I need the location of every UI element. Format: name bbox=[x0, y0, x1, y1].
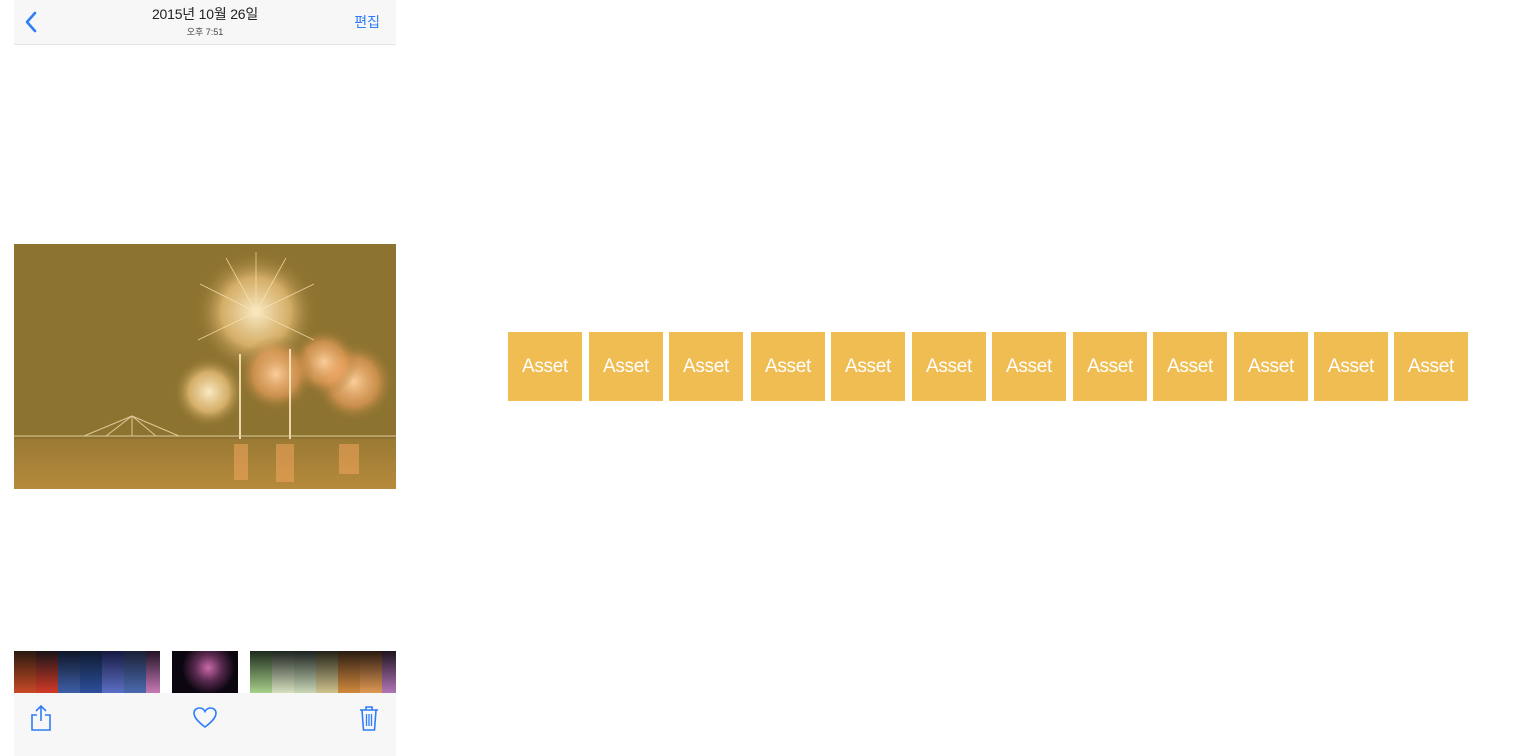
asset-tile: Asset bbox=[1394, 332, 1468, 401]
thumbnail[interactable] bbox=[124, 651, 146, 693]
thumbnail[interactable] bbox=[80, 651, 102, 693]
thumbnail-current[interactable] bbox=[172, 651, 238, 693]
edit-button[interactable]: 편집 bbox=[354, 12, 380, 32]
asset-tile: Asset bbox=[589, 332, 663, 401]
main-photo[interactable] bbox=[14, 244, 396, 489]
asset-tile: Asset bbox=[1234, 332, 1308, 401]
thumbnail-selected[interactable] bbox=[172, 651, 238, 693]
thumbnail[interactable] bbox=[316, 651, 338, 693]
asset-tile: Asset bbox=[508, 332, 582, 401]
thumbnail[interactable] bbox=[102, 651, 124, 693]
asset-tile: Asset bbox=[669, 332, 743, 401]
thumbnail[interactable] bbox=[58, 651, 80, 693]
photo-viewer-panel: 2015년 10월 26일 오후 7:51 편집 bbox=[14, 0, 396, 756]
thumbnail[interactable] bbox=[382, 651, 396, 693]
thumbnail[interactable] bbox=[36, 651, 58, 693]
thumbnail-group[interactable] bbox=[250, 651, 396, 693]
share-button[interactable] bbox=[26, 703, 56, 733]
favorite-button[interactable] bbox=[190, 703, 220, 733]
asset-tile: Asset bbox=[912, 332, 986, 401]
asset-tile: Asset bbox=[992, 332, 1066, 401]
asset-tile: Asset bbox=[1314, 332, 1388, 401]
thumbnail[interactable] bbox=[272, 651, 294, 693]
asset-tile: Asset bbox=[751, 332, 825, 401]
share-icon bbox=[31, 704, 51, 731]
page-title: 2015년 10월 26일 bbox=[151, 6, 259, 22]
navigation-bar: 2015년 10월 26일 오후 7:51 편집 bbox=[14, 0, 396, 45]
delete-button[interactable] bbox=[354, 703, 384, 733]
thumbnail-strip[interactable] bbox=[14, 651, 396, 693]
thumbnail-group[interactable] bbox=[14, 651, 160, 693]
thumbnail[interactable] bbox=[360, 651, 382, 693]
thumbnail[interactable] bbox=[146, 651, 160, 693]
heart-icon bbox=[193, 707, 217, 729]
thumbnail[interactable] bbox=[294, 651, 316, 693]
page-subtitle: 오후 7:51 bbox=[186, 27, 224, 37]
fireworks-image bbox=[14, 244, 396, 489]
thumbnail[interactable] bbox=[250, 651, 272, 693]
bottom-toolbar bbox=[14, 693, 396, 756]
trash-icon bbox=[360, 706, 378, 731]
asset-tile: Asset bbox=[831, 332, 905, 401]
asset-tile: Asset bbox=[1073, 332, 1147, 401]
asset-tile: Asset bbox=[1153, 332, 1227, 401]
thumbnail[interactable] bbox=[14, 651, 36, 693]
thumbnail[interactable] bbox=[338, 651, 360, 693]
